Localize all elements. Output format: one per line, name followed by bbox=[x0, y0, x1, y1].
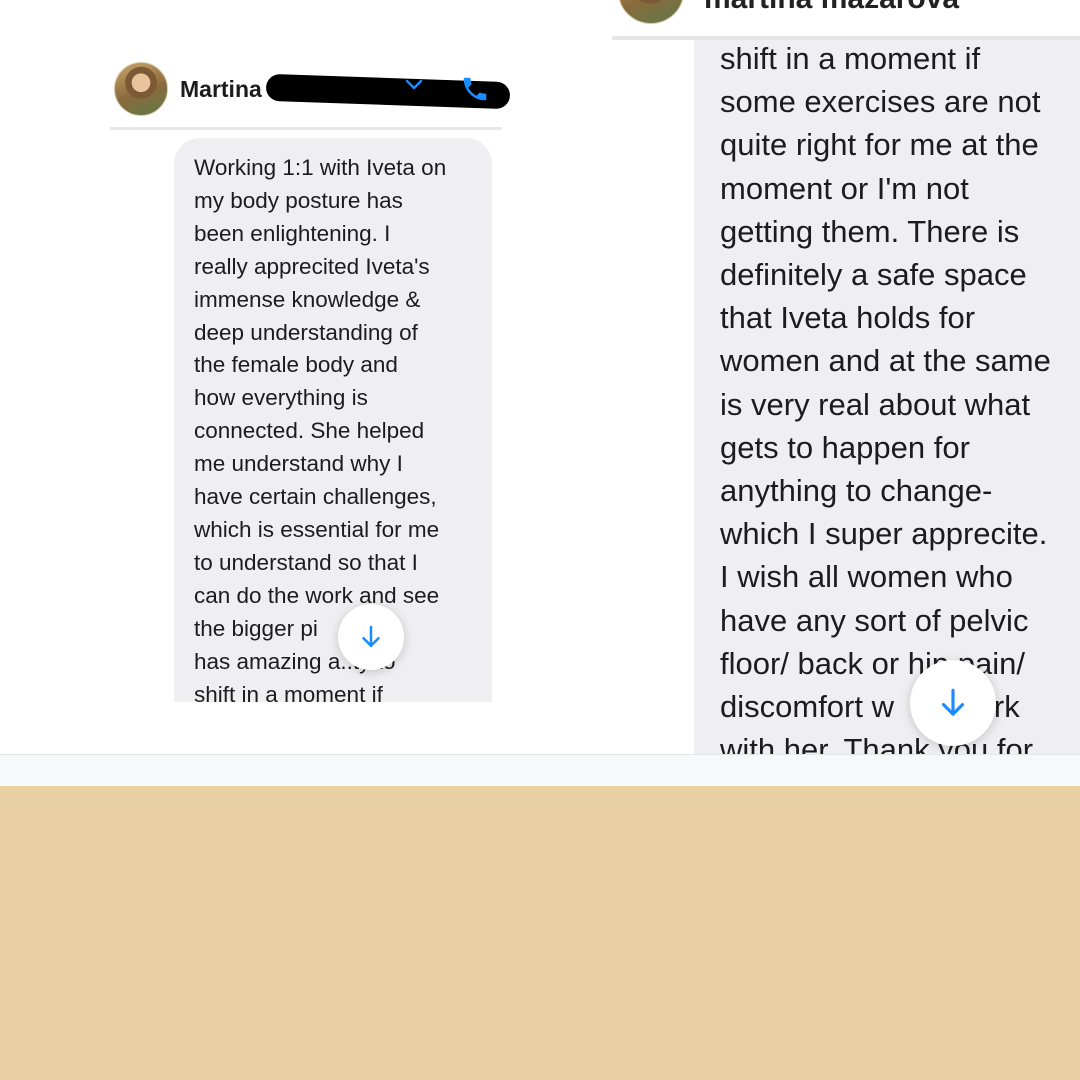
message-line: immense knowledge & bbox=[194, 286, 421, 312]
message-line: definitely a safe space bbox=[720, 257, 1027, 293]
message-line: that Iveta holds for bbox=[720, 300, 976, 336]
message-line: women and at the same bbox=[720, 343, 1051, 379]
message-line: my body posture has bbox=[194, 187, 403, 213]
message-line: discomfort w work bbox=[720, 689, 1020, 725]
message-line: gets to happen for bbox=[720, 429, 970, 465]
message-line: some exercises are not bbox=[720, 84, 1041, 120]
message-line: really apprecited Iveta's bbox=[194, 253, 430, 279]
message-line: floor/ back or hip pain/ bbox=[720, 645, 1026, 681]
message-line: have certain challenges, bbox=[194, 484, 437, 510]
message-line: how everything is bbox=[194, 385, 368, 411]
message-line: with her. Thank you for bbox=[720, 732, 1034, 754]
message-line: the female body and bbox=[194, 352, 398, 378]
scroll-to-bottom-button[interactable] bbox=[338, 604, 404, 670]
bottom-toolbar-strip bbox=[0, 754, 1080, 787]
avatar[interactable] bbox=[618, 0, 684, 24]
message-bubble: shift in a moment if some exercises are n… bbox=[694, 40, 1080, 754]
message-line: getting them. There is bbox=[720, 213, 1020, 249]
message-line: been enlightening. I bbox=[194, 220, 391, 246]
chat-header: Martina bbox=[110, 56, 511, 130]
message-line: which is essential for me bbox=[194, 516, 440, 542]
message-line: have any sort of pelvic bbox=[720, 602, 1029, 638]
phone-icon[interactable] bbox=[460, 74, 490, 104]
message-bubble: Working 1:1 with Iveta on my body posture… bbox=[174, 138, 492, 702]
message-line: is very real about what bbox=[720, 386, 1031, 422]
contact-name[interactable]: Martina bbox=[180, 76, 262, 103]
message-line: shift in a moment if bbox=[194, 681, 383, 703]
message-line: anything to change- bbox=[720, 473, 993, 509]
message-line: can do the work and see bbox=[194, 582, 440, 608]
arrow-down-icon bbox=[362, 625, 380, 647]
chat-header-cropped: martina mazarova bbox=[612, 0, 1080, 40]
beige-background bbox=[0, 786, 1080, 1080]
message-line: me understand why I bbox=[194, 451, 403, 477]
chevron-down-icon[interactable] bbox=[402, 72, 426, 96]
contact-name[interactable]: martina mazarova bbox=[704, 0, 959, 16]
message-line: to understand so that I bbox=[194, 549, 418, 575]
scroll-to-bottom-button[interactable] bbox=[910, 660, 996, 746]
message-line: I wish all women who bbox=[720, 559, 1013, 595]
message-line: connected. She helped bbox=[194, 418, 425, 444]
header-divider bbox=[110, 127, 502, 130]
message-line: quite right for me at the bbox=[720, 127, 1039, 163]
message-line: Working 1:1 with Iveta on bbox=[194, 155, 447, 180]
message-line: shift in a moment if bbox=[720, 41, 981, 76]
message-line: moment or I'm not bbox=[720, 170, 969, 206]
message-line: deep understanding of bbox=[194, 319, 418, 345]
arrow-down-icon bbox=[941, 688, 965, 716]
message-text: shift in a moment if some exercises are n… bbox=[720, 40, 1080, 754]
message-line: which I super apprecite. bbox=[720, 516, 1048, 552]
avatar[interactable] bbox=[114, 62, 168, 116]
